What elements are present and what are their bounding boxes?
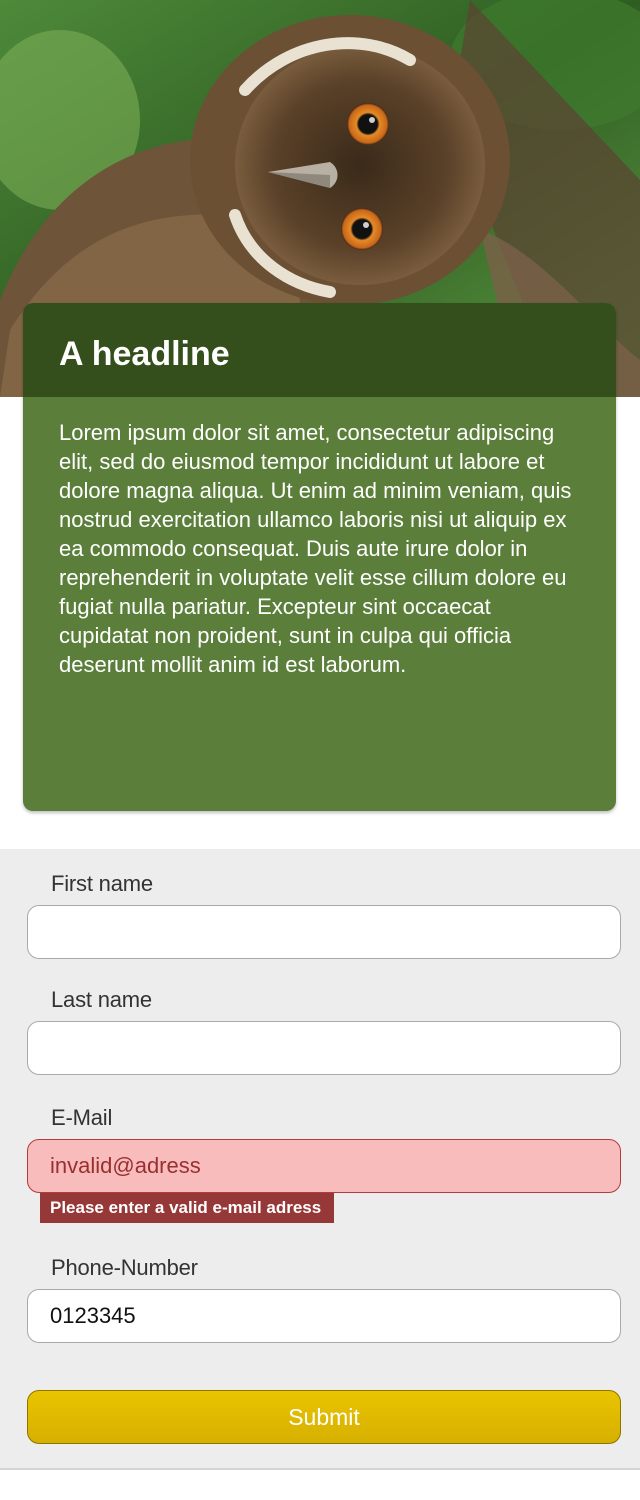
email-error-message: Please enter a valid e-mail adress: [40, 1193, 335, 1223]
page: A headline Lorem ipsum dolor sit amet, c…: [0, 0, 640, 1500]
submit-button[interactable]: Submit: [27, 1390, 621, 1444]
phone-label: Phone-Number: [51, 1255, 198, 1280]
email-input[interactable]: [27, 1139, 621, 1193]
last-name-label: Last name: [51, 987, 152, 1012]
first-name-input[interactable]: [27, 905, 621, 959]
card-body-text: Lorem ipsum dolor sit amet, consectetur …: [59, 420, 572, 677]
first-name-label: First name: [51, 871, 153, 896]
card-header: A headline: [23, 303, 616, 397]
email-label: E-Mail: [51, 1105, 113, 1130]
contact-form: First name Last name E-Mail Please enter…: [0, 849, 640, 1470]
phone-input[interactable]: [27, 1289, 621, 1343]
last-name-input[interactable]: [27, 1021, 621, 1075]
card-headline: A headline: [59, 335, 230, 373]
content-card: A headline Lorem ipsum dolor sit amet, c…: [23, 303, 616, 811]
